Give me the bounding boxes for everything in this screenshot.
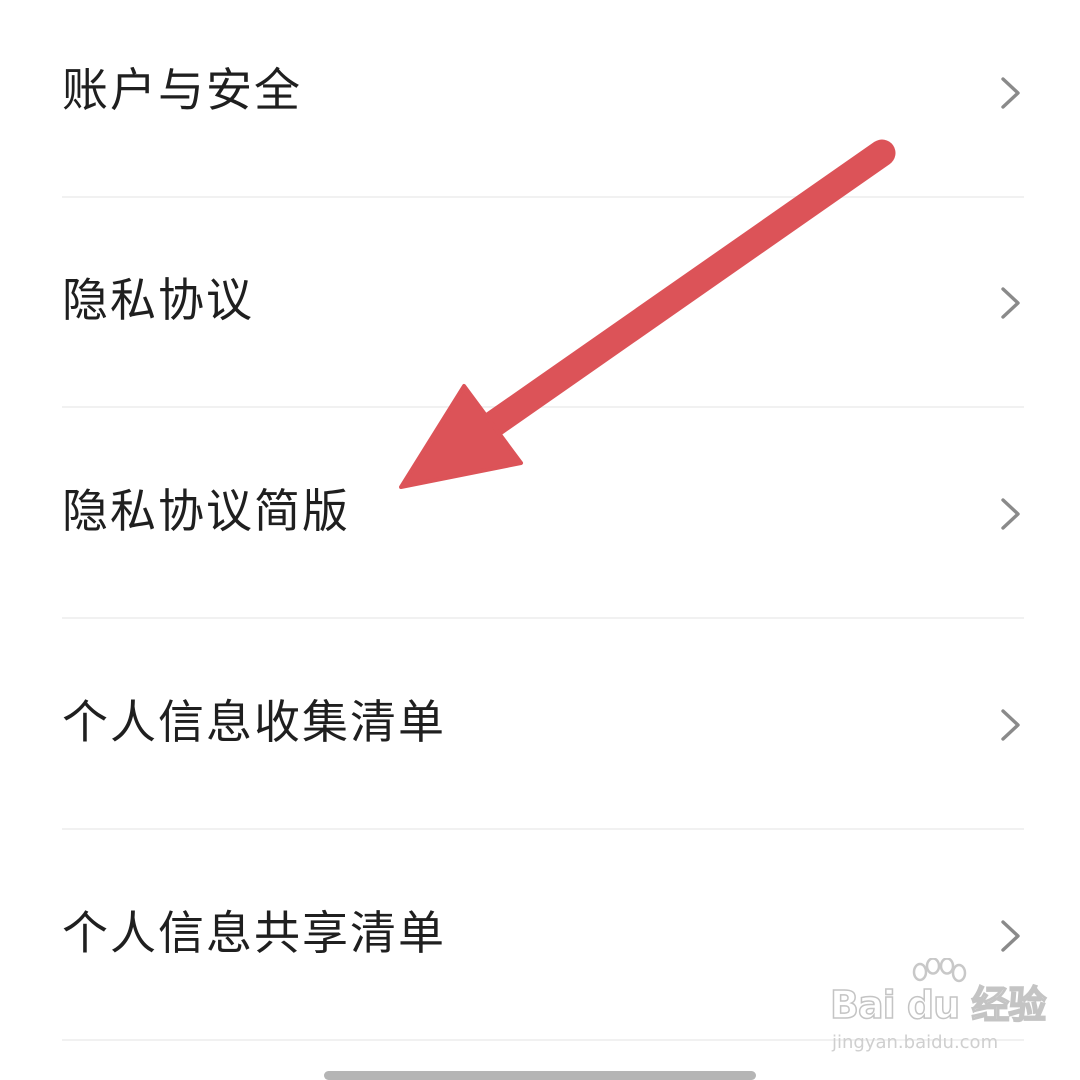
chevron-right-icon (1001, 709, 1020, 741)
settings-screen: 账户与安全 隐私协议 隐私协议简版 个人信息收集清单 个人信息共享清单 Bai … (0, 0, 1080, 1080)
menu-item-personal-info-collection-list[interactable]: 个人信息收集清单 (0, 620, 1080, 830)
menu-item-label: 隐私协议 (62, 273, 254, 327)
divider (62, 828, 1024, 830)
menu-item-privacy-agreement[interactable]: 隐私协议 (0, 198, 1080, 408)
menu-item-label: 个人信息收集清单 (62, 695, 446, 749)
menu-item-label: 个人信息共享清单 (62, 906, 446, 960)
chevron-right-icon (1001, 920, 1020, 952)
home-indicator-bar[interactable] (324, 1071, 756, 1080)
watermark-url: jingyan.baidu.com (832, 1032, 999, 1053)
menu-item-account-security[interactable]: 账户与安全 (0, 0, 1080, 198)
chevron-right-icon (1001, 287, 1020, 319)
divider (62, 617, 1024, 619)
baidu-jingyan-watermark: Bai du 经验 jingyan.baidu.com (826, 958, 1047, 1058)
chevron-right-icon (1001, 498, 1020, 530)
menu-item-label: 隐私协议简版 (62, 484, 350, 538)
chevron-right-icon (1001, 77, 1020, 109)
watermark-brand: Bai du 经验 (829, 982, 1047, 1028)
divider (62, 406, 1024, 408)
menu-item-label: 账户与安全 (62, 63, 302, 117)
menu-item-privacy-agreement-brief[interactable]: 隐私协议简版 (0, 409, 1080, 619)
